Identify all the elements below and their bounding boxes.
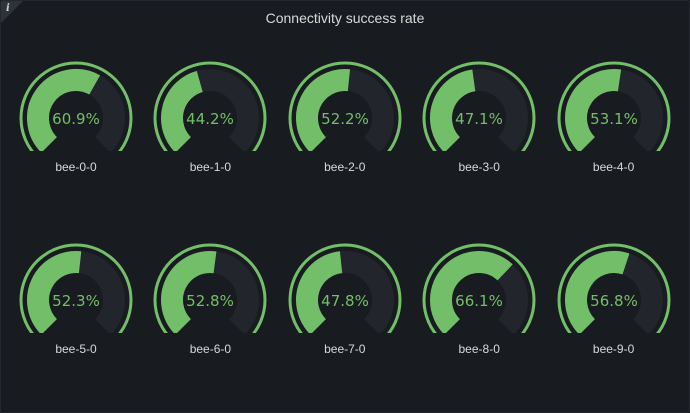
gauge-dial: 52.8% — [153, 243, 267, 333]
gauge-dial: 52.3% — [19, 243, 133, 333]
gauge-value-text: 44.2% — [187, 110, 235, 128]
gauge-label: bee-9-0 — [592, 342, 635, 356]
gauge-value-text: 53.1% — [590, 110, 638, 128]
gauge-grid: 60.9% bee-0-0 44.2% bee-1-0 52.2% bee-2-0 47.1… — [9, 61, 681, 401]
panel-title[interactable]: Connectivity success rate — [1, 10, 689, 26]
gauge-label: bee-4-0 — [592, 160, 635, 174]
gauge-value-text: 52.3% — [52, 292, 100, 310]
gauge-label: bee-5-0 — [55, 342, 97, 356]
gauge-bee-2-0[interactable]: 52.2% bee-2-0 — [278, 61, 412, 174]
gauge-value-text: 47.8% — [321, 292, 369, 310]
gauge-bee-6-0[interactable]: 52.8% bee-6-0 — [143, 243, 277, 356]
gauge-value-text: 60.9% — [52, 110, 100, 128]
gauge-label: bee-8-0 — [458, 342, 500, 356]
gauge-label: bee-7-0 — [324, 342, 366, 356]
gauge-dial: 47.1% — [422, 61, 536, 151]
gauge-bee-0-0[interactable]: 60.9% bee-0-0 — [9, 61, 143, 174]
gauge-dial: 52.2% — [288, 61, 402, 151]
gauge-dial: 60.9% — [19, 61, 133, 151]
gauge-bee-7-0[interactable]: 47.8% bee-7-0 — [278, 243, 412, 356]
gauge-bee-8-0[interactable]: 66.1% bee-8-0 — [412, 243, 546, 356]
gauge-dial: 66.1% — [422, 243, 536, 333]
gauge-bee-1-0[interactable]: 44.2% bee-1-0 — [143, 61, 277, 174]
gauge-label: bee-3-0 — [458, 160, 500, 174]
gauge-label: bee-0-0 — [55, 160, 97, 174]
gauge-dial: 47.8% — [288, 243, 402, 333]
gauge-bee-5-0[interactable]: 52.3% bee-5-0 — [9, 243, 143, 356]
gauge-label: bee-1-0 — [189, 160, 232, 174]
gauge-value-text: 52.8% — [187, 292, 235, 310]
gauge-label: bee-2-0 — [324, 160, 366, 174]
gauge-panel: i Connectivity success rate 60.9% bee-0-0… — [0, 0, 690, 413]
gauge-dial: 53.1% — [557, 61, 671, 151]
gauge-value-text: 56.8% — [590, 292, 638, 310]
gauge-bee-4-0[interactable]: 53.1% bee-4-0 — [547, 61, 681, 174]
gauge-bee-9-0[interactable]: 56.8% bee-9-0 — [547, 243, 681, 356]
gauge-value-text: 47.1% — [455, 110, 503, 128]
gauge-value-text: 66.1% — [455, 292, 503, 310]
gauge-value-text: 52.2% — [321, 110, 369, 128]
gauge-label: bee-6-0 — [189, 342, 232, 356]
gauge-bee-3-0[interactable]: 47.1% bee-3-0 — [412, 61, 546, 174]
gauge-dial: 56.8% — [557, 243, 671, 333]
gauge-dial: 44.2% — [153, 61, 267, 151]
